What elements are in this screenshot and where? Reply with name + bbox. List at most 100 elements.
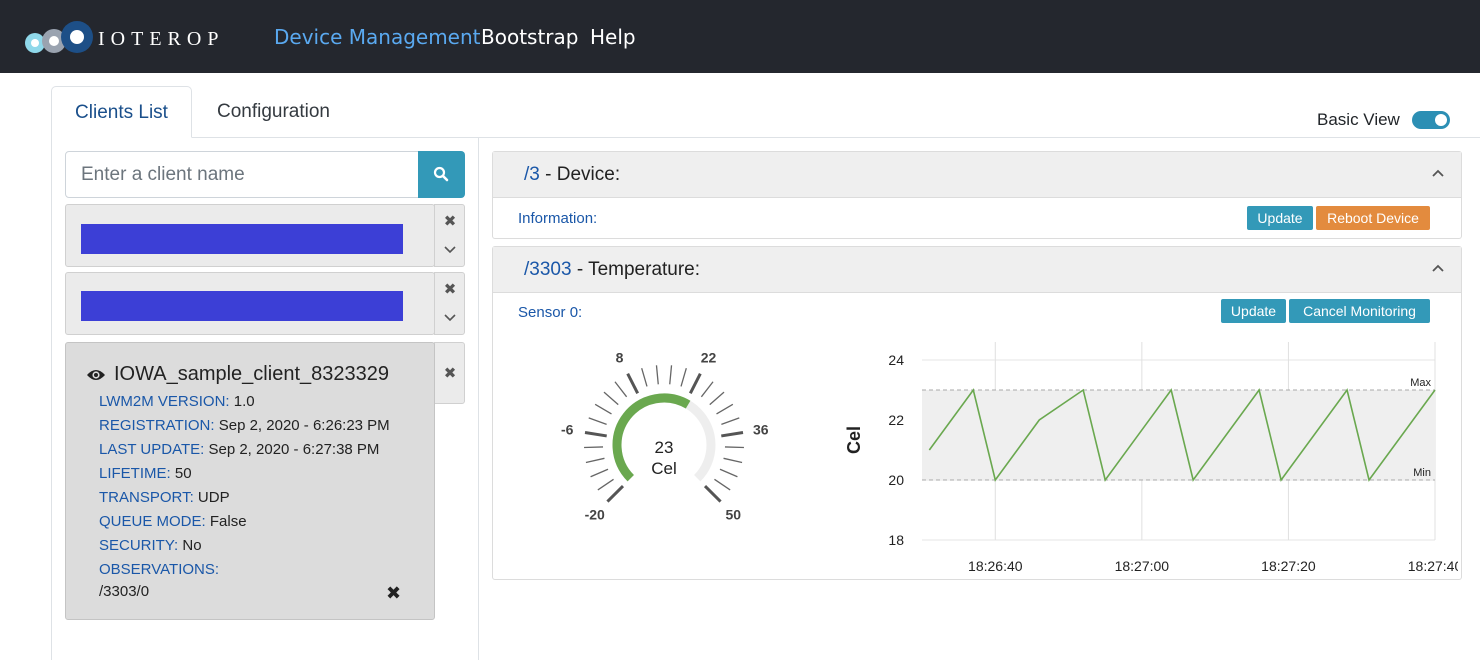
device-panel-title: /3 - Device: [524, 164, 621, 185]
chevron-up-icon[interactable] [1431, 261, 1445, 275]
gauge-major-tick [688, 373, 702, 395]
gauge-value: 23 [655, 438, 674, 457]
gauge-major-tick [606, 484, 625, 503]
gauge-minor-tick [603, 391, 619, 406]
basic-view-toggle[interactable] [1412, 111, 1450, 129]
basic-view-label: Basic View [1317, 110, 1400, 129]
client-card-body[interactable] [66, 205, 435, 266]
gauge-minor-tick [721, 417, 740, 425]
top-navbar: IOTEROP Device Management Bootstrap Help [0, 0, 1480, 73]
info-security: SECURITY: No [99, 537, 202, 554]
gauge-minor-tick [723, 457, 743, 464]
nav-device-management[interactable]: Device Management [274, 25, 481, 49]
client-card-actions: ✖ [434, 342, 465, 404]
temperature-update-button[interactable]: Update [1221, 299, 1286, 323]
gauge-minor-tick [584, 446, 604, 449]
info-lifetime: LIFETIME: 50 [99, 465, 192, 482]
client-card-collapsed[interactable] [65, 204, 435, 267]
info-queue-mode: QUEUE MODE: False [99, 513, 247, 530]
device-object-panel: /3 - Device: Information: Update Reboot … [492, 151, 1462, 239]
cancel-monitoring-button[interactable]: Cancel Monitoring [1289, 299, 1430, 323]
info-lwm2m-version: LWM2M VERSION: 1.0 [99, 393, 255, 410]
gauge-minor-tick [655, 365, 659, 385]
min-label: Min [1413, 467, 1431, 479]
tab-clients-list[interactable]: Clients List [51, 86, 192, 138]
gauge-major-tick [721, 431, 744, 438]
cancel-observation-icon[interactable]: ✖ [386, 583, 401, 604]
client-card-collapsed[interactable] [65, 272, 435, 335]
gauge-minor-tick [669, 365, 673, 385]
gauge-tick-label: 8 [616, 350, 624, 366]
gauge-unit: Cel [651, 459, 677, 478]
pane-divider [478, 137, 479, 660]
sensor-label: Sensor 0: [518, 304, 583, 321]
gauge-minor-tick [614, 381, 628, 398]
y-tick-label: 18 [888, 532, 904, 548]
gauge-minor-tick [588, 417, 607, 425]
toggle-knob [1435, 114, 1447, 126]
redacted-client-name [81, 224, 403, 254]
y-tick-label: 20 [888, 472, 904, 488]
gauge-minor-tick [597, 478, 614, 491]
gauge-major-tick [703, 484, 722, 503]
info-transport: TRANSPORT: UDP [99, 489, 230, 506]
client-search-input[interactable] [65, 151, 419, 198]
x-tick-label: 18:27:00 [1115, 558, 1170, 574]
chevron-up-icon[interactable] [1431, 166, 1445, 180]
gauge-minor-tick [700, 381, 714, 398]
x-tick-label: 18:26:40 [968, 558, 1023, 574]
device-update-button[interactable]: Update [1247, 206, 1313, 230]
remove-client-icon[interactable]: ✖ [436, 364, 464, 382]
information-label: Information: [518, 210, 598, 227]
observation-path: /3303/0 [99, 583, 150, 600]
left-pane-border [51, 137, 52, 660]
gauge-minor-tick [724, 446, 744, 449]
nav-bootstrap[interactable]: Bootstrap [481, 25, 578, 49]
temperature-gauge: -20 -6 8 22 36 50 23 Cel [561, 350, 769, 520]
info-last-update: LAST UPDATE: Sep 2, 2020 - 6:27:38 PM [99, 441, 380, 458]
search-button[interactable] [418, 151, 465, 198]
chevron-down-icon[interactable] [436, 310, 464, 325]
gauge-minor-tick [719, 468, 738, 478]
client-card-body[interactable] [66, 273, 435, 334]
remove-client-icon[interactable]: ✖ [436, 280, 464, 298]
eye-icon [87, 370, 105, 380]
gauge-minor-tick [585, 457, 605, 464]
tab-configuration[interactable]: Configuration [196, 86, 351, 138]
gauge-minor-tick [590, 468, 609, 478]
gauge-tick-label: 50 [726, 506, 742, 520]
gauge-minor-tick [641, 367, 648, 387]
gauge-tick-label: -20 [585, 506, 605, 520]
gauge-minor-tick [594, 403, 612, 415]
nav-help[interactable]: Help [590, 25, 636, 49]
gauge-major-tick [584, 431, 607, 438]
temperature-panel-header[interactable]: /3303 - Temperature: [493, 247, 1461, 293]
gauge-tick-label: 22 [701, 350, 717, 366]
client-name-text: IOWA_sample_client_8323329 [114, 363, 389, 385]
client-card-expanded[interactable]: IOWA_sample_client_8323329 LWM2M VERSION… [65, 342, 435, 620]
gauge-tick-label: -6 [561, 422, 574, 438]
gauge-minor-tick [714, 478, 731, 491]
gauge-minor-tick [680, 367, 687, 387]
logo-circles-icon [25, 21, 93, 53]
client-card-actions: ✖ [434, 204, 465, 267]
max-label: Max [1410, 377, 1431, 389]
y-tick-label: 22 [888, 412, 904, 428]
info-registration: REGISTRATION: Sep 2, 2020 - 6:26:23 PM [99, 417, 390, 434]
temperature-panel-title: /3303 - Temperature: [524, 259, 701, 280]
chevron-down-icon[interactable] [436, 242, 464, 257]
redacted-client-name [81, 291, 403, 321]
logo-text: IOTEROP [98, 28, 225, 50]
remove-client-icon[interactable]: ✖ [436, 212, 464, 230]
device-panel-header[interactable]: /3 - Device: [493, 152, 1461, 198]
gauge-tick-label: 36 [753, 422, 769, 438]
reboot-device-button[interactable]: Reboot Device [1316, 206, 1430, 230]
client-card-actions: ✖ [434, 272, 465, 335]
info-observations: OBSERVATIONS: [99, 561, 220, 578]
client-name: IOWA_sample_client_8323329 [86, 363, 389, 386]
temperature-line-chart: Max Min 24 22 20 18 18:26:40 18:27:00 18:27:20… [844, 342, 1458, 574]
x-tick-label: 18:27:20 [1261, 558, 1316, 574]
gauge-major-tick [626, 373, 640, 395]
search-icon [433, 166, 449, 182]
ioterop-logo[interactable]: IOTEROP [24, 20, 244, 56]
